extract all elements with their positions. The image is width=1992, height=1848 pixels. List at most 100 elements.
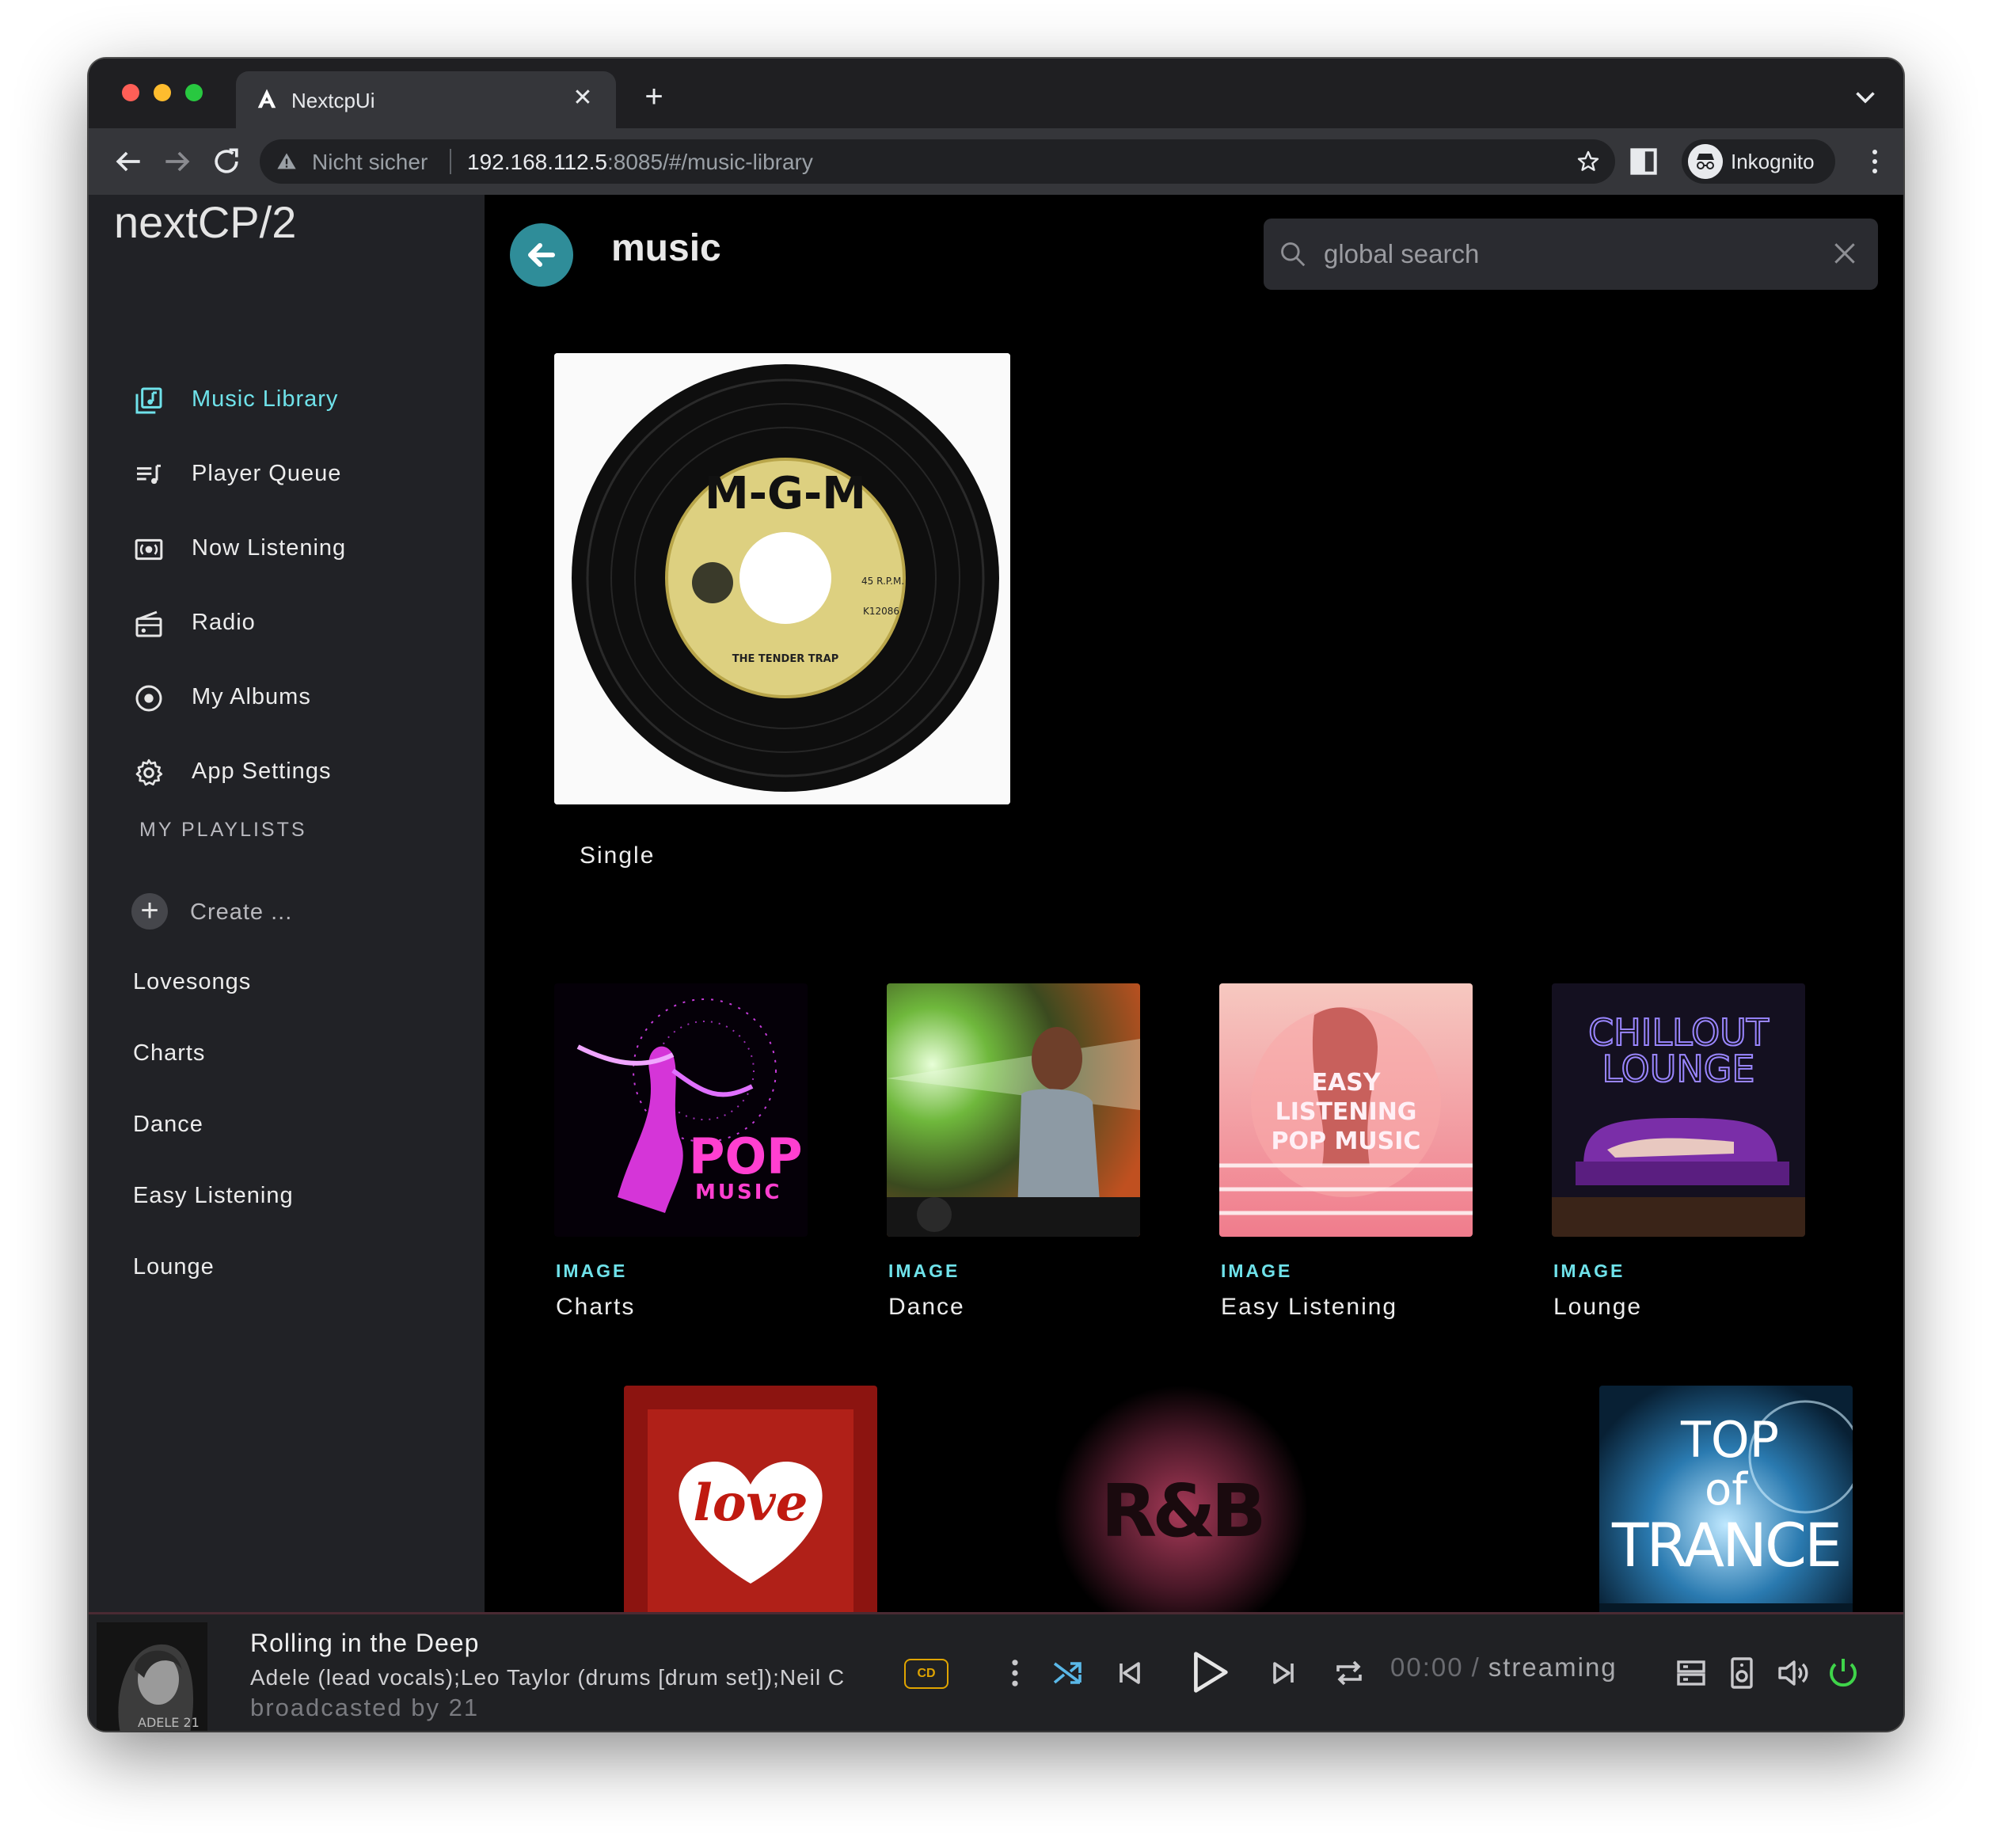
forward-arrow-icon[interactable] bbox=[160, 144, 195, 179]
incognito-icon bbox=[1688, 144, 1723, 179]
svg-text:45 R.P.M.: 45 R.P.M. bbox=[861, 576, 904, 587]
tab-strip: NextcpUi ✕ + bbox=[89, 59, 1903, 128]
playlist-cover-trance[interactable]: TOP of TRANCE bbox=[1599, 1386, 1853, 1612]
nav-radio[interactable]: Radio bbox=[133, 600, 466, 645]
incognito-badge[interactable]: Inkognito bbox=[1682, 139, 1835, 184]
repeat-icon[interactable] bbox=[1330, 1654, 1368, 1692]
cd-badge: CD bbox=[904, 1659, 948, 1689]
create-playlist-button[interactable]: + Create ... bbox=[131, 892, 369, 933]
tab-title: NextcpUi bbox=[291, 89, 375, 112]
shuffle-icon[interactable] bbox=[1048, 1654, 1086, 1692]
browser-menu-icon[interactable] bbox=[1867, 146, 1883, 177]
playlist-card-charts[interactable]: POP MUSIC IMAGE Charts bbox=[554, 983, 808, 1332]
nav-app-settings[interactable]: App Settings bbox=[133, 749, 466, 793]
single-cover-image[interactable]: M-G-M 45 R.P.M. K12086 THE TENDER TRAP bbox=[554, 353, 1010, 804]
card-cover-image[interactable]: POP MUSIC bbox=[554, 983, 808, 1237]
playlist-item[interactable]: Dance bbox=[133, 1112, 450, 1146]
skip-next-icon[interactable] bbox=[1265, 1654, 1303, 1692]
album-art-image: ADELE 21 bbox=[97, 1622, 207, 1731]
address-bar[interactable]: Nicht sicher 192.168.112.5:8085/#/music-… bbox=[260, 139, 1615, 184]
now-playing-icon bbox=[135, 538, 163, 561]
card-name[interactable]: Easy Listening bbox=[1221, 1294, 1397, 1321]
top-of-trance-cover-icon: TOP of TRANCE bbox=[1599, 1386, 1853, 1612]
card-cover-image[interactable]: CHILLOUT LOUNGE bbox=[1552, 983, 1805, 1237]
power-icon[interactable] bbox=[1824, 1654, 1862, 1692]
playlist-card-easy-listening[interactable]: EASY LISTENING POP MUSIC IMAGE Easy List… bbox=[1219, 983, 1473, 1332]
clear-search-icon[interactable] bbox=[1829, 238, 1861, 269]
warning-triangle-icon bbox=[277, 153, 296, 169]
easy-listening-cover-icon: EASY LISTENING POP MUSIC bbox=[1219, 983, 1473, 1237]
playlist-card-lounge[interactable]: CHILLOUT LOUNGE IMAGE Lounge bbox=[1552, 983, 1805, 1332]
app-root: nextCP/2 Music Library Player Queue Now … bbox=[89, 195, 1903, 1612]
card-kind-label: IMAGE bbox=[888, 1261, 960, 1281]
svg-text:POP MUSIC: POP MUSIC bbox=[1272, 1127, 1421, 1155]
close-window-button[interactable] bbox=[122, 84, 139, 101]
card-cover-image[interactable]: EASY LISTENING POP MUSIC bbox=[1219, 983, 1473, 1237]
svg-text:TRANCE: TRANCE bbox=[1611, 1510, 1840, 1580]
dance-dj-cover-icon bbox=[887, 983, 1140, 1237]
playback-time: 00:00/streaming bbox=[1390, 1652, 1618, 1683]
album-disc-icon bbox=[135, 685, 162, 712]
queue-music-icon bbox=[137, 464, 161, 485]
maximize-window-button[interactable] bbox=[185, 84, 203, 101]
svg-text:M-G-M: M-G-M bbox=[705, 468, 866, 519]
more-options-icon[interactable] bbox=[1006, 1654, 1025, 1692]
play-icon[interactable] bbox=[1180, 1645, 1235, 1700]
arrow-left-icon bbox=[528, 243, 555, 267]
plus-icon: + bbox=[131, 893, 168, 930]
nav-music-library[interactable]: Music Library bbox=[133, 377, 466, 421]
angular-favicon-icon bbox=[257, 89, 276, 108]
speaker-device-icon[interactable] bbox=[1723, 1654, 1761, 1692]
side-panel-icon[interactable] bbox=[1626, 144, 1661, 179]
nav-now-listening[interactable]: Now Listening bbox=[133, 526, 466, 570]
track-broadcast: broadcasted by 21 bbox=[250, 1694, 480, 1721]
card-kind-label: IMAGE bbox=[1221, 1261, 1293, 1281]
volume-icon[interactable] bbox=[1773, 1654, 1811, 1692]
single-label[interactable]: Single bbox=[580, 842, 655, 869]
playlist-cover-lovesongs[interactable]: love bbox=[624, 1386, 877, 1612]
nav-my-albums[interactable]: My Albums bbox=[133, 675, 466, 719]
vinyl-record-icon: M-G-M 45 R.P.M. K12086 THE TENDER TRAP bbox=[554, 353, 1010, 804]
svg-text:THE TENDER TRAP: THE TENDER TRAP bbox=[732, 653, 838, 665]
playlist-card-dance[interactable]: IMAGE Dance bbox=[887, 983, 1140, 1332]
browser-window: NextcpUi ✕ + Nicht sicher 192.168.112.5:… bbox=[89, 59, 1903, 1731]
reload-icon[interactable] bbox=[209, 144, 244, 179]
card-name[interactable]: Dance bbox=[888, 1294, 965, 1321]
playlist-item[interactable]: Lovesongs bbox=[133, 969, 450, 1004]
now-playing-album-art[interactable]: ADELE 21 bbox=[97, 1622, 207, 1731]
tab-search-chevron-icon[interactable] bbox=[1851, 82, 1880, 111]
card-kind-label: IMAGE bbox=[1553, 1261, 1625, 1281]
back-arrow-icon[interactable] bbox=[111, 144, 146, 179]
track-artist: Adele (lead vocals);Leo Taylor (drums [d… bbox=[250, 1665, 846, 1690]
playlist-item[interactable]: Easy Listening bbox=[133, 1183, 450, 1218]
card-name[interactable]: Lounge bbox=[1553, 1294, 1642, 1321]
nav-label-player-queue: Player Queue bbox=[192, 461, 342, 486]
incognito-label: Inkognito bbox=[1731, 150, 1815, 173]
back-button[interactable] bbox=[510, 223, 573, 287]
main-content: music M-G-M 45 bbox=[485, 195, 1903, 1612]
server-icon[interactable] bbox=[1672, 1654, 1710, 1692]
bookmark-star-icon[interactable] bbox=[1576, 149, 1601, 174]
card-kind-label: IMAGE bbox=[556, 1261, 628, 1281]
playlist-item[interactable]: Lounge bbox=[133, 1254, 450, 1289]
security-label[interactable]: Nicht sicher bbox=[312, 150, 428, 175]
playlist-cover-rnb[interactable]: R&B bbox=[1055, 1386, 1308, 1612]
track-title: Rolling in the Deep bbox=[250, 1629, 480, 1657]
global-search-box bbox=[1264, 219, 1878, 290]
url-text[interactable]: 192.168.112.5:8085/#/music-library bbox=[467, 150, 813, 175]
browser-tab[interactable]: NextcpUi ✕ bbox=[236, 71, 616, 128]
nav-label-my-albums: My Albums bbox=[192, 684, 311, 709]
album-art-caption: ADELE 21 bbox=[138, 1715, 200, 1730]
love-heart-cover-icon: love bbox=[624, 1386, 877, 1612]
card-cover-image[interactable] bbox=[887, 983, 1140, 1237]
sidebar: nextCP/2 Music Library Player Queue Now … bbox=[89, 195, 485, 1612]
card-name[interactable]: Charts bbox=[556, 1294, 635, 1321]
skip-previous-icon[interactable] bbox=[1110, 1654, 1148, 1692]
playlist-item[interactable]: Charts bbox=[133, 1040, 450, 1075]
search-input[interactable] bbox=[1324, 233, 1799, 276]
nav-player-queue[interactable]: Player Queue bbox=[133, 451, 466, 496]
minimize-window-button[interactable] bbox=[154, 84, 171, 101]
radio-icon bbox=[135, 610, 162, 637]
tab-close-icon[interactable]: ✕ bbox=[570, 86, 595, 111]
new-tab-button[interactable]: + bbox=[638, 81, 670, 112]
